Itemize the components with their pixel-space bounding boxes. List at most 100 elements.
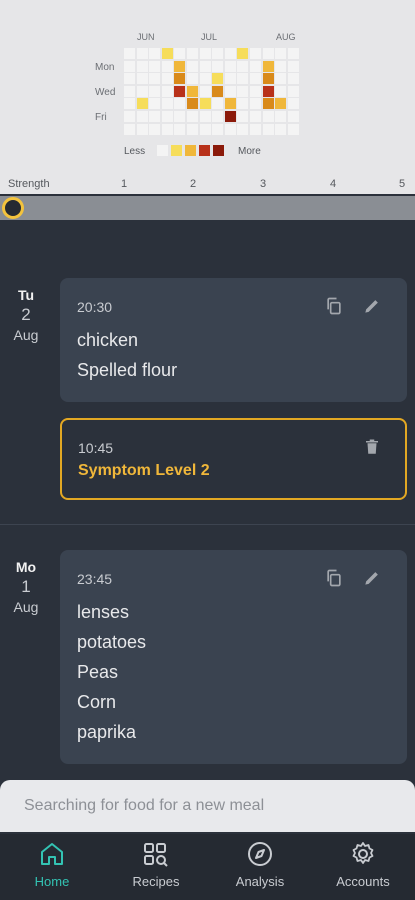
heatmap-cell bbox=[149, 60, 161, 72]
heatmap-panel: JUN JUL AUG Mon Wed Fri Less More Streng… bbox=[0, 0, 415, 194]
day-divider bbox=[0, 524, 415, 525]
strength-label: Strength bbox=[8, 178, 50, 190]
heatmap-cell bbox=[237, 111, 249, 122]
heatmap-cell bbox=[136, 73, 148, 85]
meal-card[interactable]: 20:30 chicken Spelled flour bbox=[60, 278, 407, 402]
day-number: 1 bbox=[21, 577, 31, 596]
heatmap-cell bbox=[187, 98, 198, 110]
meal-time: 23:45 bbox=[77, 571, 113, 587]
heatmap-cell bbox=[136, 111, 148, 122]
heatmap-cell bbox=[250, 48, 261, 59]
nav-accounts[interactable]: Accounts bbox=[311, 834, 415, 900]
heatmap-cell bbox=[237, 48, 249, 59]
heatmap-cell bbox=[262, 85, 274, 97]
symptom-time: 10:45 bbox=[78, 440, 114, 456]
heatmap-cell bbox=[250, 73, 261, 85]
heatmap-cell bbox=[187, 123, 198, 135]
heatmap-cell bbox=[199, 111, 211, 122]
heatmap-cell bbox=[212, 60, 224, 72]
heatmap-cell bbox=[199, 98, 211, 110]
day-month: Aug bbox=[13, 327, 39, 343]
symptom-card[interactable]: 10:45 Symptom Level 2 bbox=[60, 418, 407, 500]
heatmap-cell bbox=[275, 85, 287, 97]
strength-slider-thumb[interactable] bbox=[2, 197, 24, 219]
nav-label: Accounts bbox=[336, 874, 390, 889]
heatmap-cell bbox=[237, 98, 249, 110]
heatmap-cell bbox=[174, 48, 186, 59]
copy-icon[interactable] bbox=[323, 567, 345, 589]
heatmap-cell bbox=[224, 48, 236, 59]
trash-icon[interactable] bbox=[361, 436, 383, 458]
heatmap-cell bbox=[224, 85, 236, 97]
heatmap-cell bbox=[250, 85, 261, 97]
heatmap-cell bbox=[174, 123, 186, 135]
heatmap-cell bbox=[161, 48, 173, 59]
day-label-mon: Mon bbox=[95, 62, 115, 73]
heatmap-cell bbox=[275, 111, 287, 122]
home-icon bbox=[38, 840, 66, 868]
heatmap-cell bbox=[262, 60, 274, 72]
symptom-level: Symptom Level 2 bbox=[78, 462, 210, 479]
day-header: Tu 2 Aug bbox=[0, 287, 52, 343]
heatmap-cell bbox=[161, 123, 173, 135]
strength-scale: Strength 1 2 3 4 5 bbox=[0, 178, 415, 194]
heatmap-cell bbox=[199, 123, 211, 135]
nav-home[interactable]: Home bbox=[0, 834, 104, 900]
heatmap-cell bbox=[199, 85, 211, 97]
legend-swatch-3 bbox=[199, 145, 210, 156]
heatmap-cell bbox=[262, 111, 274, 122]
month-label: JUN bbox=[137, 32, 155, 42]
strength-tick: 2 bbox=[190, 178, 197, 190]
heatmap-cell bbox=[275, 73, 287, 85]
heatmap-cell bbox=[187, 60, 198, 72]
heatmap-cell bbox=[124, 85, 135, 97]
heatmap-cell bbox=[199, 48, 211, 59]
day-of-week: Tu bbox=[17, 287, 35, 303]
heatmap-cell bbox=[212, 98, 224, 110]
heatmap-cell bbox=[287, 111, 299, 122]
heatmap-months: JUN JUL AUG bbox=[0, 32, 415, 44]
heatmap-cell bbox=[174, 73, 186, 85]
heatmap-cell bbox=[149, 48, 161, 59]
heatmap-cell bbox=[212, 73, 224, 85]
meal-item: lenses bbox=[77, 602, 130, 622]
day-label-wed: Wed bbox=[95, 87, 116, 98]
month-label: AUG bbox=[276, 32, 296, 42]
heatmap-cell bbox=[287, 98, 299, 110]
meal-card[interactable]: 23:45 lenses potatoes Peas Corn paprika bbox=[60, 550, 407, 764]
recipes-icon bbox=[142, 840, 170, 868]
legend-more: More bbox=[238, 146, 261, 157]
meal-item: Spelled flour bbox=[77, 360, 178, 380]
strength-slider-track[interactable] bbox=[0, 196, 415, 220]
meal-item: chicken bbox=[77, 330, 139, 350]
heatmap-cell bbox=[136, 98, 148, 110]
heatmap-cell bbox=[275, 48, 287, 59]
food-search-bar[interactable]: Searching for food for a new meal bbox=[0, 780, 415, 832]
heatmap-cell bbox=[161, 60, 173, 72]
heatmap-cell bbox=[187, 85, 198, 97]
heatmap-cell bbox=[224, 60, 236, 72]
heatmap-cell bbox=[136, 85, 148, 97]
day-label-fri: Fri bbox=[95, 112, 107, 123]
day-header: Mo 1 Aug bbox=[0, 559, 52, 615]
meal-item: Corn bbox=[77, 692, 117, 712]
heatmap-cell bbox=[224, 123, 236, 135]
gear-icon bbox=[349, 840, 377, 868]
heatmap-cell bbox=[287, 73, 299, 85]
nav-recipes[interactable]: Recipes bbox=[104, 834, 208, 900]
heatmap-cell bbox=[275, 60, 287, 72]
nav-analysis[interactable]: Analysis bbox=[208, 834, 312, 900]
edit-icon[interactable] bbox=[361, 567, 383, 589]
nav-label: Recipes bbox=[132, 874, 180, 889]
heatmap-cell bbox=[161, 111, 173, 122]
day-month: Aug bbox=[13, 599, 39, 615]
heatmap-cell bbox=[161, 73, 173, 85]
heatmap-cell bbox=[136, 60, 148, 72]
heatmap-cell bbox=[262, 73, 274, 85]
copy-icon[interactable] bbox=[323, 295, 345, 317]
heatmap-cell bbox=[199, 73, 211, 85]
heatmap-cell bbox=[250, 123, 261, 135]
strength-tick: 5 bbox=[399, 178, 406, 190]
heatmap-cell bbox=[212, 48, 224, 59]
edit-icon[interactable] bbox=[361, 295, 383, 317]
